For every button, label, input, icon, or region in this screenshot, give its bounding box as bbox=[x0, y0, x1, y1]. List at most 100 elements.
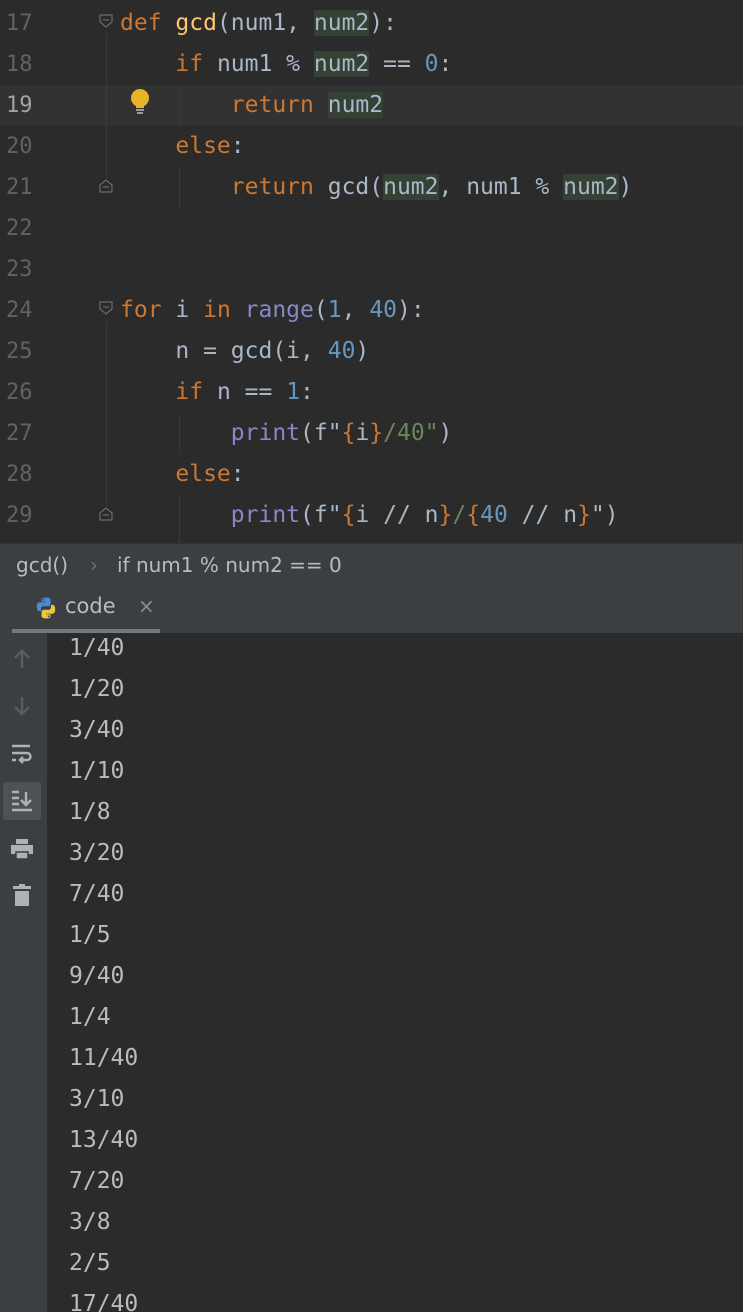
code-token: / bbox=[452, 502, 467, 528]
code-line[interactable]: 18 if num1 % num2 == 0: bbox=[0, 44, 743, 85]
output-line: 13/40 bbox=[69, 1127, 139, 1153]
code-token: : bbox=[300, 379, 314, 405]
code-token: : bbox=[230, 133, 245, 159]
code-token: num2 bbox=[313, 10, 370, 36]
breadcrumb: gcd() › if num1 % num2 == 0 bbox=[0, 543, 743, 586]
fold-start-icon[interactable] bbox=[99, 301, 113, 315]
code-text[interactable]: for i in range(1, 40): bbox=[120, 290, 425, 331]
line-number[interactable]: 20 bbox=[0, 126, 40, 167]
output-line: 7/20 bbox=[69, 1168, 125, 1194]
code-text[interactable]: else: bbox=[120, 126, 245, 167]
code-token: for bbox=[120, 297, 176, 323]
output-line: 1/8 bbox=[69, 799, 111, 825]
run-tab-code[interactable]: code × bbox=[12, 585, 160, 633]
code-token: 1 bbox=[327, 297, 342, 323]
code-line[interactable]: 28 else: bbox=[0, 454, 743, 495]
code-token: } bbox=[369, 420, 384, 446]
code-text[interactable]: def gcd(num1, num2): bbox=[120, 3, 397, 44]
code-line[interactable]: 25 n = gcd(i, 40) bbox=[0, 331, 743, 372]
fold-guide bbox=[106, 34, 107, 179]
code-token: { bbox=[341, 502, 356, 528]
code-token: i bbox=[175, 297, 204, 323]
code-token: ( bbox=[313, 297, 328, 323]
code-token: (f" bbox=[300, 502, 342, 528]
code-token: if bbox=[175, 379, 217, 405]
code-text[interactable]: return num2 bbox=[120, 85, 384, 126]
code-token: { bbox=[341, 420, 356, 446]
code-token: num2 bbox=[383, 174, 439, 200]
code-token: 1 bbox=[286, 379, 301, 405]
line-number[interactable]: 21 bbox=[0, 167, 40, 208]
up-arrow-icon[interactable] bbox=[3, 640, 41, 678]
run-tab-label: code bbox=[65, 594, 116, 618]
code-token: in bbox=[203, 297, 245, 323]
breadcrumb-function[interactable]: gcd() bbox=[16, 544, 68, 586]
code-token: { bbox=[466, 502, 481, 528]
code-token: range bbox=[244, 297, 314, 323]
code-token: , num1 % bbox=[438, 174, 564, 200]
console-output[interactable]: 1/40 1/20 3/40 1/10 1/8 3/20 7/40 1/5 9/40 1/4 11/… bbox=[47, 633, 743, 1312]
code-text[interactable]: print(f"{i}/40") bbox=[120, 413, 453, 454]
code-line[interactable]: 27 print(f"{i}/40") bbox=[0, 413, 743, 454]
close-icon[interactable]: × bbox=[138, 594, 155, 618]
code-line[interactable]: 20 else: bbox=[0, 126, 743, 167]
scroll-to-end-icon[interactable] bbox=[3, 782, 41, 820]
code-token: ") bbox=[590, 502, 619, 528]
code-text[interactable]: if num1 % num2 == 0: bbox=[120, 44, 452, 85]
line-number[interactable]: 27 bbox=[0, 413, 40, 454]
output-line: 9/40 bbox=[69, 963, 125, 989]
trash-icon[interactable] bbox=[3, 876, 41, 914]
code-line[interactable]: 22 bbox=[0, 208, 743, 249]
code-token: 40 bbox=[369, 297, 398, 323]
lightbulb-icon[interactable] bbox=[128, 88, 152, 116]
code-token: (num1, bbox=[216, 10, 314, 36]
output-line: 1/40 bbox=[69, 635, 125, 661]
output-line: 1/20 bbox=[69, 676, 125, 702]
code-token: num1 % bbox=[216, 51, 314, 77]
line-number[interactable]: 18 bbox=[0, 44, 40, 85]
output-line: 3/8 bbox=[69, 1209, 111, 1235]
code-text[interactable]: print(f"{i // n}/{40 // n}") bbox=[120, 495, 619, 536]
line-number[interactable]: 25 bbox=[0, 331, 40, 372]
code-token: == bbox=[369, 51, 425, 77]
code-token: : bbox=[438, 51, 453, 77]
code-token: gcd( bbox=[327, 174, 384, 200]
code-token: 40 bbox=[480, 502, 508, 528]
line-number[interactable]: 23 bbox=[0, 249, 40, 290]
output-line: 11/40 bbox=[69, 1045, 139, 1071]
breadcrumb-separator-icon: › bbox=[90, 553, 98, 577]
soft-wrap-icon[interactable] bbox=[3, 735, 41, 773]
line-number[interactable]: 17 bbox=[0, 3, 40, 44]
output-line: 2/5 bbox=[69, 1250, 111, 1276]
code-line[interactable]: 19 return num2 bbox=[0, 85, 743, 126]
code-token: def bbox=[120, 10, 176, 36]
line-number[interactable]: 28 bbox=[0, 454, 40, 495]
line-number[interactable]: 29 bbox=[0, 495, 40, 536]
print-icon[interactable] bbox=[3, 830, 41, 868]
code-token: num2 bbox=[327, 92, 384, 118]
code-token: print bbox=[230, 502, 301, 528]
code-text[interactable]: return gcd(num2, num1 % num2) bbox=[120, 167, 632, 208]
output-line: 1/4 bbox=[69, 1004, 111, 1030]
fold-end-icon[interactable] bbox=[99, 507, 113, 521]
fold-end-icon[interactable] bbox=[99, 179, 113, 193]
line-number[interactable]: 19 bbox=[0, 85, 40, 126]
code-editor[interactable]: 17 def gcd(num1, num2): 18 if num1 % num2 … bbox=[0, 0, 743, 543]
code-line[interactable]: 26 if n == 1: bbox=[0, 372, 743, 413]
down-arrow-icon[interactable] bbox=[3, 687, 41, 725]
line-number[interactable]: 26 bbox=[0, 372, 40, 413]
python-icon bbox=[34, 596, 58, 620]
code-line[interactable]: 23 bbox=[0, 249, 743, 290]
fold-start-icon[interactable] bbox=[99, 14, 113, 28]
breadcrumb-condition[interactable]: if num1 % num2 == 0 bbox=[117, 544, 342, 586]
code-token: , bbox=[341, 297, 370, 323]
line-number[interactable]: 22 bbox=[0, 208, 40, 249]
code-text[interactable]: else: bbox=[120, 454, 244, 495]
code-token: num2 bbox=[563, 174, 619, 200]
code-text[interactable]: n = gcd(i, 40) bbox=[120, 331, 369, 372]
line-number[interactable]: 24 bbox=[0, 290, 40, 331]
code-text[interactable]: if n == 1: bbox=[120, 372, 314, 413]
